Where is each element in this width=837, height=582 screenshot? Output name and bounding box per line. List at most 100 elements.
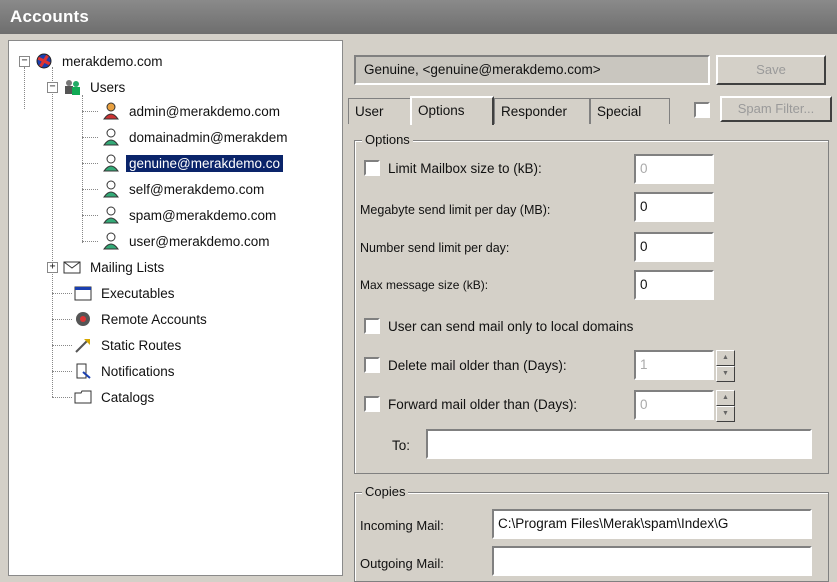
users-group-icon bbox=[62, 78, 82, 96]
delete-older-spinner[interactable]: ▲ ▼ bbox=[716, 350, 735, 382]
window-title: Accounts bbox=[0, 0, 837, 34]
options-group-label: Options bbox=[362, 132, 413, 147]
tab-responder[interactable]: Responder bbox=[494, 98, 590, 124]
tree-node-label: Static Routes bbox=[101, 337, 182, 353]
tree-users-node[interactable]: − Users bbox=[47, 77, 128, 97]
tree-static-routes[interactable]: Static Routes bbox=[73, 335, 184, 355]
tree-user-label: self@merakdemo.com bbox=[129, 181, 265, 197]
spin-up-icon[interactable]: ▲ bbox=[716, 350, 735, 366]
tree-users-label: Users bbox=[90, 79, 126, 95]
tree-connector bbox=[82, 215, 98, 216]
incoming-mail-label: Incoming Mail: bbox=[360, 518, 444, 533]
tree-user-item-selected[interactable]: genuine@merakdemo.co bbox=[101, 153, 284, 173]
spam-filter-checkbox[interactable] bbox=[694, 102, 710, 118]
local-only-checkbox[interactable] bbox=[364, 318, 380, 334]
mailing-list-icon bbox=[62, 258, 82, 276]
account-display-field: Genuine, <genuine@merakdemo.com> bbox=[354, 55, 710, 85]
delete-older-input[interactable]: 1 bbox=[634, 350, 714, 380]
number-send-limit-input[interactable]: 0 bbox=[634, 232, 714, 262]
options-group bbox=[354, 140, 829, 474]
forward-older-spinner[interactable]: ▲ ▼ bbox=[716, 390, 735, 422]
limit-mailbox-label: Limit Mailbox size to (kB): bbox=[388, 160, 542, 176]
tab-strip: User Options Responder Special Spam Filt… bbox=[348, 96, 837, 125]
forward-older-input[interactable]: 0 bbox=[634, 390, 714, 420]
delete-older-row: Delete mail older than (Days): bbox=[364, 357, 567, 373]
to-input[interactable] bbox=[426, 429, 812, 459]
limit-mailbox-row: Limit Mailbox size to (kB): bbox=[364, 160, 542, 176]
tree-connector bbox=[82, 111, 98, 112]
expand-icon[interactable]: + bbox=[47, 261, 58, 273]
local-only-label: User can send mail only to local domains bbox=[388, 318, 634, 334]
spam-filter-button[interactable]: Spam Filter... bbox=[720, 96, 832, 122]
tree-connector bbox=[52, 319, 72, 320]
user-icon bbox=[101, 232, 121, 250]
tree-user-label: domainadmin@merakdem bbox=[129, 129, 288, 145]
outgoing-mail-input[interactable] bbox=[492, 546, 812, 576]
remote-accounts-icon bbox=[73, 310, 93, 328]
save-button[interactable]: Save bbox=[716, 55, 826, 85]
tab-user[interactable]: User bbox=[348, 98, 412, 124]
tree-node-label: Executables bbox=[101, 285, 175, 301]
route-arrow-icon bbox=[73, 336, 93, 354]
tree-root-label: merakdemo.com bbox=[62, 53, 163, 69]
tree-user-item[interactable]: user@merakdemo.com bbox=[101, 231, 273, 251]
tree-mailing-lists[interactable]: + Mailing Lists bbox=[47, 257, 167, 277]
tree-user-item[interactable]: self@merakdemo.com bbox=[101, 179, 267, 199]
tree-connector bbox=[82, 95, 83, 243]
local-only-row: User can send mail only to local domains bbox=[364, 318, 633, 334]
tree-executables[interactable]: Executables bbox=[73, 283, 178, 303]
tree-catalogs[interactable]: Catalogs bbox=[73, 387, 157, 407]
folder-icon bbox=[73, 388, 93, 406]
delete-older-checkbox[interactable] bbox=[364, 357, 380, 373]
forward-older-row: Forward mail older than (Days): bbox=[364, 396, 577, 412]
tree-user-item[interactable]: spam@merakdemo.com bbox=[101, 205, 279, 225]
tree-root[interactable]: − merakdemo.com bbox=[19, 51, 166, 71]
tree-node-label: Remote Accounts bbox=[101, 311, 207, 327]
tree-connector bbox=[52, 67, 53, 397]
delete-older-label: Delete mail older than (Days): bbox=[388, 357, 567, 373]
spin-down-icon[interactable]: ▼ bbox=[716, 366, 735, 382]
spin-up-icon[interactable]: ▲ bbox=[716, 390, 735, 406]
account-detail-pane: Genuine, <genuine@merakdemo.com> Save Us… bbox=[348, 40, 837, 582]
tree-connector bbox=[82, 163, 98, 164]
window-icon bbox=[73, 284, 93, 302]
tree-user-label: spam@merakdemo.com bbox=[129, 207, 277, 223]
tree-user-item[interactable]: domainadmin@merakdem bbox=[101, 127, 291, 147]
limit-mailbox-input[interactable]: 0 bbox=[634, 154, 714, 184]
limit-mailbox-checkbox[interactable] bbox=[364, 160, 380, 176]
to-label: To: bbox=[392, 438, 411, 453]
mb-send-limit-input[interactable]: 0 bbox=[634, 192, 714, 222]
tree-user-label: genuine@merakdemo.co bbox=[126, 154, 284, 172]
tree-connector bbox=[82, 137, 98, 138]
accounts-tree[interactable]: − merakdemo.com − Users admin@merakdemo.… bbox=[8, 40, 343, 576]
tree-notifications[interactable]: Notifications bbox=[73, 361, 178, 381]
max-message-label: Max message size (kB): bbox=[360, 278, 489, 292]
tab-special[interactable]: Special bbox=[590, 98, 670, 124]
domain-globe-icon bbox=[34, 52, 54, 70]
tree-connector bbox=[52, 293, 72, 294]
tree-node-label: Catalogs bbox=[101, 389, 155, 405]
user-icon bbox=[101, 180, 121, 198]
tree-connector bbox=[82, 189, 98, 190]
tree-node-label: Notifications bbox=[101, 363, 175, 379]
tree-connector bbox=[82, 241, 98, 242]
max-message-input[interactable]: 0 bbox=[634, 270, 714, 300]
copies-group-label: Copies bbox=[362, 484, 409, 499]
user-icon bbox=[101, 206, 121, 224]
forward-older-checkbox[interactable] bbox=[364, 396, 380, 412]
tab-options[interactable]: Options bbox=[410, 96, 494, 125]
incoming-mail-input[interactable]: C:\Program Files\Merak\spam\Index\G bbox=[492, 509, 812, 539]
forward-older-label: Forward mail older than (Days): bbox=[388, 396, 578, 412]
tree-user-item[interactable]: admin@merakdemo.com bbox=[101, 101, 283, 121]
tree-connector bbox=[24, 67, 25, 109]
collapse-icon[interactable]: − bbox=[47, 81, 58, 93]
user-icon bbox=[101, 128, 121, 146]
collapse-icon[interactable]: − bbox=[19, 55, 30, 67]
spin-down-icon[interactable]: ▼ bbox=[716, 406, 735, 422]
user-icon bbox=[101, 154, 121, 172]
user-icon bbox=[101, 102, 121, 120]
tree-connector bbox=[52, 397, 72, 398]
tree-connector bbox=[52, 345, 72, 346]
tree-remote-accounts[interactable]: Remote Accounts bbox=[73, 309, 210, 329]
mb-send-limit-label: Megabyte send limit per day (MB): bbox=[360, 203, 551, 217]
